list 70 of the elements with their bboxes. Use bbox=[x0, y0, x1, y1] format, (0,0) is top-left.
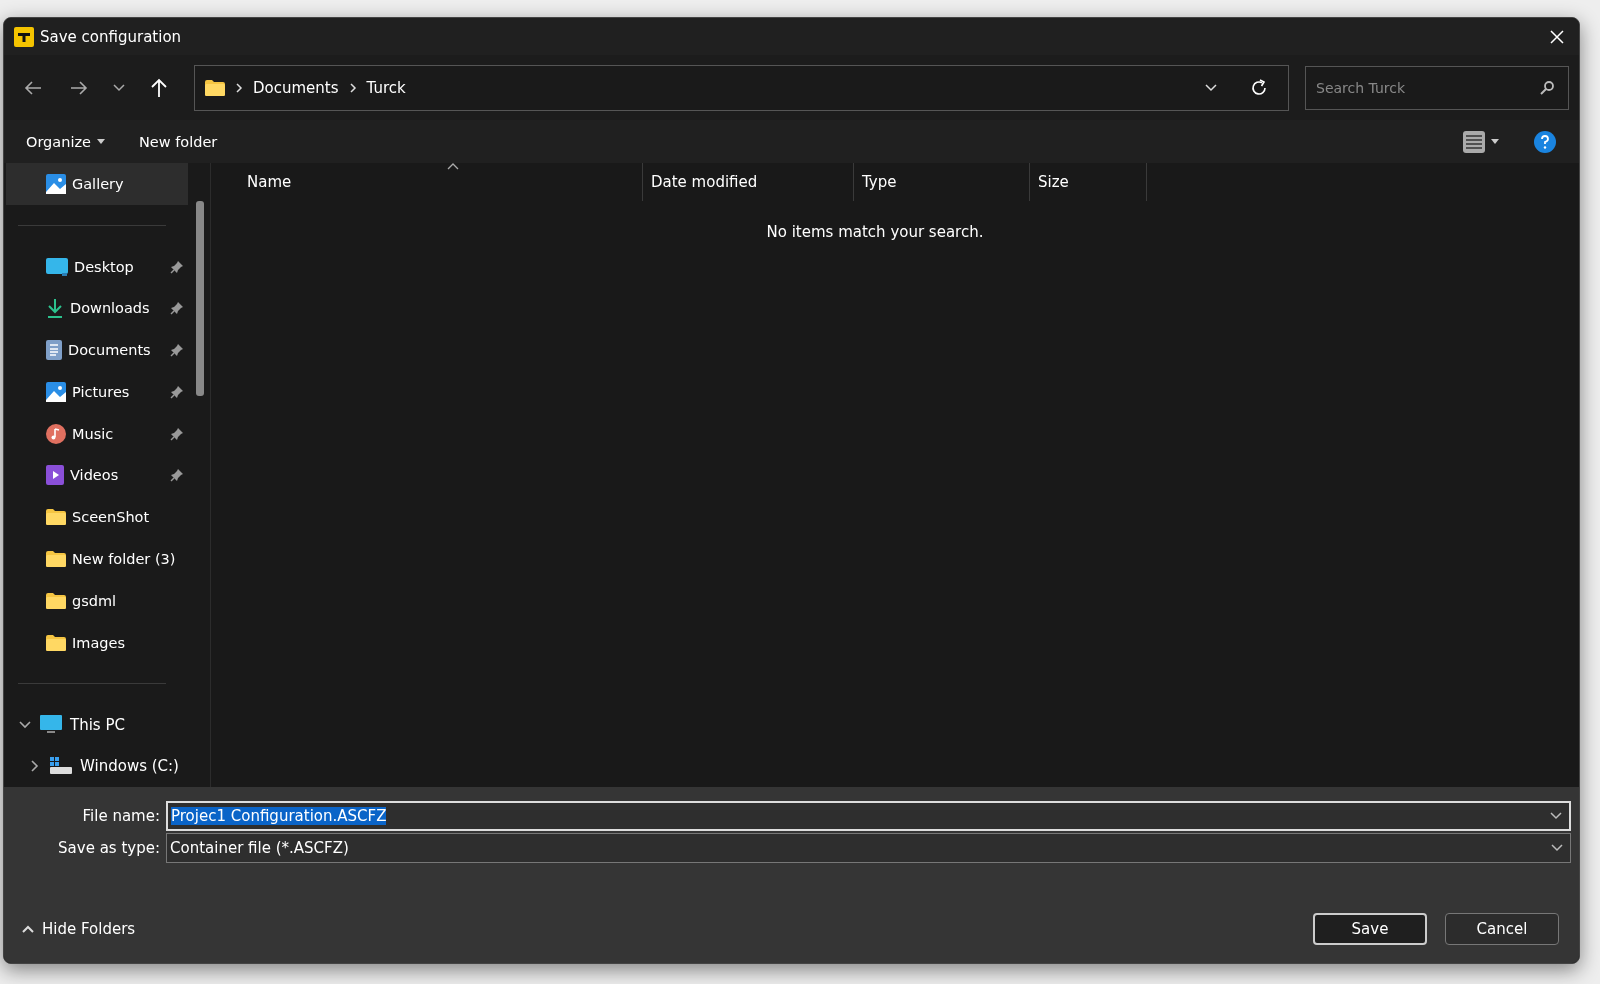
column-header[interactable]: Type bbox=[854, 163, 1030, 201]
pin-icon[interactable] bbox=[170, 259, 184, 274]
desktop-icon bbox=[46, 257, 68, 276]
list-view-icon bbox=[1463, 130, 1485, 153]
sidebar-item[interactable]: New folder (3) bbox=[6, 538, 188, 580]
breadcrumb-item[interactable]: Turck bbox=[366, 78, 406, 97]
arrow-left-icon bbox=[24, 79, 42, 96]
video-icon bbox=[46, 465, 64, 486]
picture-icon bbox=[46, 381, 66, 402]
sidebar-item[interactable]: Videos bbox=[6, 454, 188, 497]
picture-icon bbox=[46, 173, 66, 194]
sidebar-item[interactable]: SceenShot bbox=[6, 496, 188, 539]
monitor-icon bbox=[40, 715, 62, 736]
tree-item[interactable]: Windows (C:) bbox=[4, 745, 192, 787]
refresh-icon bbox=[1249, 77, 1269, 98]
document-icon bbox=[46, 340, 62, 361]
file-type-dropdown[interactable]: Container file (*.ASCFZ) bbox=[166, 833, 1571, 863]
help-icon bbox=[1533, 129, 1557, 154]
chevron-down-icon bbox=[1549, 811, 1563, 821]
folder-icon bbox=[46, 634, 66, 651]
close-icon bbox=[1549, 28, 1565, 45]
sidebar-item[interactable]: Music bbox=[6, 412, 188, 455]
breadcrumb-item[interactable]: Documents bbox=[253, 78, 339, 97]
chevron-down-icon bbox=[112, 82, 126, 93]
download-icon bbox=[46, 298, 64, 319]
arrow-up-icon bbox=[150, 77, 168, 98]
app-logo-icon bbox=[14, 26, 34, 47]
chevron-down-icon bbox=[1204, 82, 1218, 93]
sidebar-item[interactable]: Images bbox=[6, 621, 188, 664]
hide-folders-button[interactable]: Hide Folders bbox=[16, 919, 142, 939]
column-header[interactable]: Name bbox=[239, 163, 643, 201]
column-header[interactable]: Size bbox=[1030, 163, 1147, 201]
search-icon bbox=[1539, 79, 1555, 96]
arrow-right-icon bbox=[70, 79, 88, 96]
sort-ascending-icon bbox=[447, 163, 459, 170]
music-note-icon bbox=[46, 423, 66, 444]
cancel-button[interactable]: Cancel bbox=[1445, 913, 1559, 945]
folder-icon bbox=[46, 592, 66, 609]
window-title: Save configuration bbox=[40, 27, 182, 46]
pin-icon[interactable] bbox=[170, 426, 184, 441]
save-button[interactable]: Save bbox=[1313, 913, 1427, 945]
caret-down-icon bbox=[96, 139, 105, 144]
folder-icon bbox=[205, 79, 225, 96]
scrollbar-thumb[interactable] bbox=[196, 201, 204, 396]
caret-down-icon bbox=[1491, 139, 1499, 144]
folder-icon bbox=[46, 551, 66, 567]
tree-item[interactable]: This PC bbox=[4, 704, 192, 746]
search-field[interactable]: Search Turck bbox=[1305, 65, 1569, 110]
sidebar-item[interactable]: Downloads bbox=[6, 287, 188, 330]
sidebar-item[interactable]: Documents bbox=[6, 329, 188, 372]
pin-icon[interactable] bbox=[170, 343, 184, 358]
sidebar-item[interactable]: Pictures bbox=[6, 371, 188, 413]
field-label: File name: bbox=[81, 807, 160, 825]
pin-icon[interactable] bbox=[170, 301, 184, 316]
organize-button[interactable]: Organize bbox=[26, 129, 105, 154]
address-bar[interactable]: Documents Turck bbox=[194, 64, 1289, 111]
pin-icon[interactable] bbox=[170, 384, 184, 399]
new-folder-button[interactable]: New folder bbox=[138, 129, 218, 154]
field-label: Save as type: bbox=[57, 839, 160, 857]
column-header[interactable]: Date modified bbox=[643, 163, 854, 201]
sidebar-item[interactable]: Desktop bbox=[6, 245, 188, 288]
file-name-field[interactable]: Projec1 Configuration.ASCFZ bbox=[166, 801, 1571, 831]
empty-message: No items match your search. bbox=[765, 223, 985, 241]
sidebar-item[interactable]: gsdml bbox=[6, 579, 188, 622]
chevron-down-icon bbox=[1550, 843, 1564, 853]
pin-icon[interactable] bbox=[170, 468, 184, 483]
chevron-up-icon bbox=[22, 925, 34, 933]
drive-icon bbox=[50, 757, 72, 776]
sidebar-item[interactable]: Gallery bbox=[6, 163, 188, 205]
folder-icon bbox=[46, 509, 66, 526]
